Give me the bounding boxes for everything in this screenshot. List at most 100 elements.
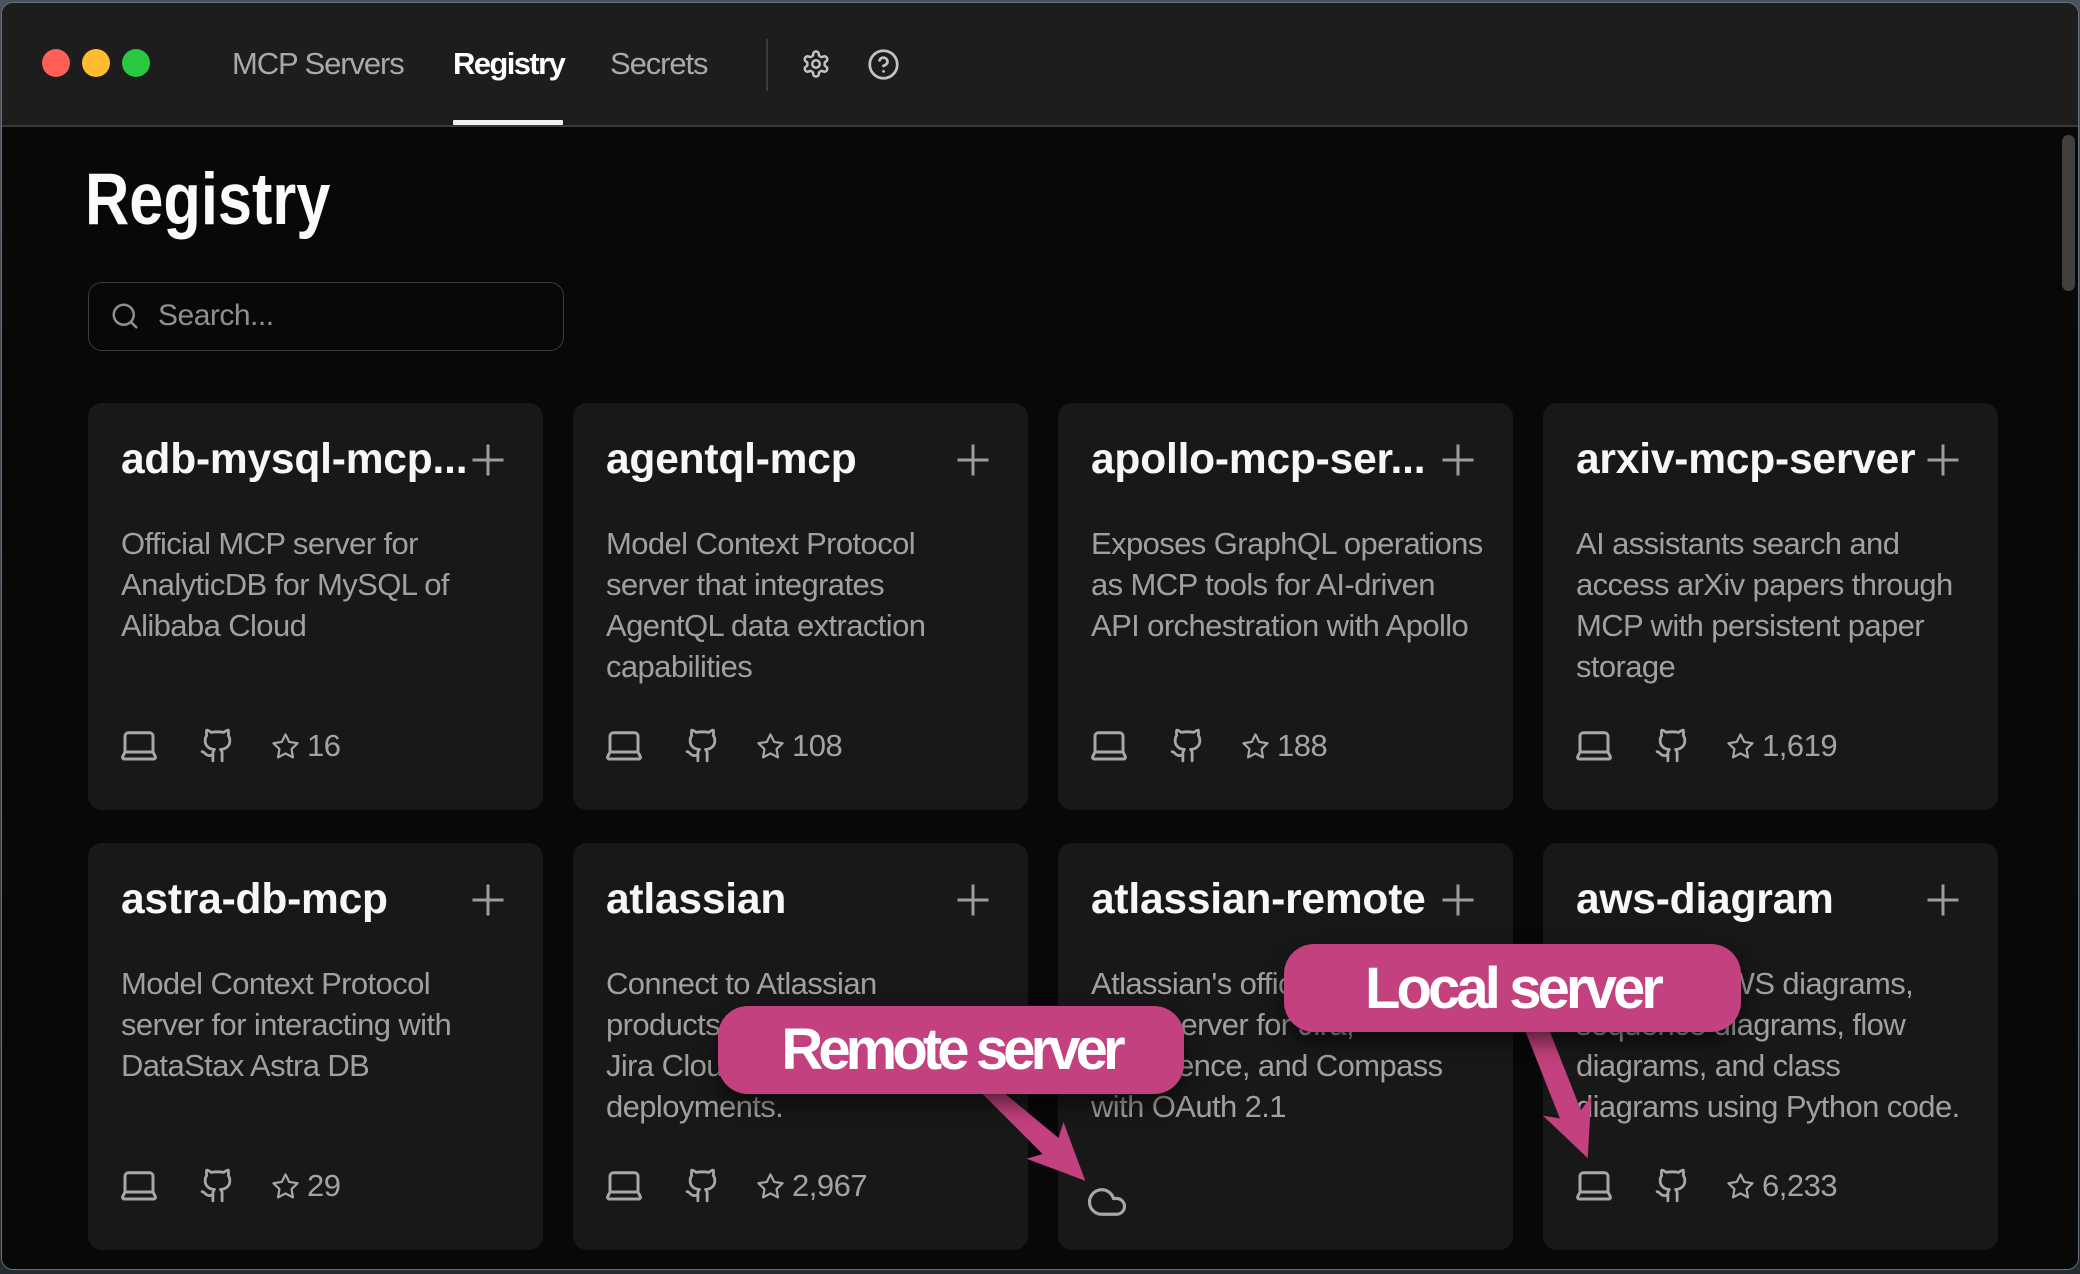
card-header: atlassian [606,878,995,922]
local-server-icon [118,1164,160,1211]
add-server-button[interactable] [957,884,989,921]
active-tab-underline [453,120,563,125]
star-count: 29 [307,1168,340,1204]
server-description: Model Context Protocol server that integ… [606,523,995,687]
star-count: 2,967 [792,1168,867,1204]
server-card-adb-mysql-mcp[interactable]: adb-mysql-mcp... Official MCP server for… [88,403,543,810]
question-mark-circle-icon [867,48,900,81]
registry-page: Registry adb-mysql-mcp... Official MCP s… [2,127,2078,1270]
star-outline-icon [756,1172,785,1201]
server-name: adb-mysql-mcp... [121,438,467,482]
add-server-button[interactable] [1927,884,1959,921]
server-card-aws-diagram[interactable]: aws-diagram Generate AWS diagrams, seque… [1543,843,1998,1250]
card-footer [1091,1169,1480,1203]
star-outline-icon [1726,732,1755,761]
github-octocat-icon [199,1167,236,1204]
add-server-button[interactable] [472,884,504,921]
github-octocat-icon [684,1167,721,1204]
app-window: MCP Servers Registry Secrets Registry [1,2,2079,1270]
laptop-icon [1088,724,1130,766]
star-count: 108 [792,728,842,764]
laptop-icon [118,1164,160,1206]
github-octocat-icon [1654,727,1691,764]
server-description: AI assistants search and access arXiv pa… [1576,523,1965,687]
local-server-icon [603,724,645,771]
star-count: 16 [307,728,340,764]
github-icon [684,727,721,769]
card-footer: 6,233 [1576,1169,1965,1203]
tab-registry[interactable]: Registry [453,3,564,125]
github-icon [199,727,236,769]
card-footer: 2,967 [606,1169,995,1203]
server-card-apollo-mcp-server[interactable]: apollo-mcp-ser... Exposes GraphQL operat… [1058,403,1513,810]
server-card-astra-db-mcp[interactable]: astra-db-mcp Model Context Protocol serv… [88,843,543,1250]
star-outline-icon [271,732,300,761]
github-icon [1654,1167,1691,1209]
card-header: atlassian-remote [1091,878,1480,922]
github-icon [684,1167,721,1209]
cloud-icon [1086,1181,1128,1223]
server-description: Exposes GraphQL operations as MCP tools … [1091,523,1480,646]
star-outline-icon [271,1172,300,1201]
add-server-button[interactable] [957,444,989,481]
star-icon [1241,732,1270,766]
star-outline-icon [756,732,785,761]
card-footer: 1,619 [1576,729,1965,763]
github-octocat-icon [1654,1167,1691,1204]
scrollbar-thumb[interactable] [2062,135,2075,291]
plus-icon [957,444,989,476]
local-server-icon [1088,724,1130,771]
zoom-button[interactable] [122,49,150,77]
star-icon [271,732,300,766]
star-icon [1726,732,1755,766]
server-name: atlassian [606,878,786,922]
star-count: 188 [1277,728,1327,764]
github-icon [1169,727,1206,769]
plus-icon [472,884,504,916]
add-server-button[interactable] [1442,884,1474,921]
server-description: Official MCP server for AnalyticDB for M… [121,523,510,646]
titlebar-divider [766,39,768,91]
star-icon [756,732,785,766]
remote-server-label: Remote server [718,1006,1184,1094]
laptop-icon [603,1164,645,1206]
card-header: adb-mysql-mcp... [121,438,510,482]
github-icon [1654,727,1691,769]
card-footer: 29 [121,1169,510,1203]
gear-icon [801,49,831,79]
laptop-icon [1573,1164,1615,1206]
card-header: aws-diagram [1576,878,1965,922]
server-name: agentql-mcp [606,438,856,482]
local-server-label: Local server [1284,944,1741,1032]
remote-server-icon [1086,1181,1128,1228]
minimize-button[interactable] [82,49,110,77]
page-title: Registry [85,158,330,241]
close-button[interactable] [42,49,70,77]
star-icon [271,1172,300,1206]
laptop-icon [1573,724,1615,766]
plus-icon [1927,884,1959,916]
add-server-button[interactable] [1442,444,1474,481]
card-header: apollo-mcp-ser... [1091,438,1480,482]
server-card-arxiv-mcp-server[interactable]: arxiv-mcp-server AI assistants search an… [1543,403,1998,810]
server-name: arxiv-mcp-server [1576,438,1915,482]
local-server-icon [118,724,160,771]
local-server-icon [1573,724,1615,771]
help-icon[interactable] [867,3,900,125]
add-server-button[interactable] [1927,444,1959,481]
laptop-icon [118,724,160,766]
server-name: aws-diagram [1576,878,1834,922]
server-card-agentql-mcp[interactable]: agentql-mcp Model Context Protocol serve… [573,403,1028,810]
add-server-button[interactable] [472,444,504,481]
star-icon [756,1172,785,1206]
card-footer: 16 [121,729,510,763]
card-header: arxiv-mcp-server [1576,438,1965,482]
star-count: 6,233 [1762,1168,1837,1204]
settings-icon[interactable] [801,3,831,125]
github-octocat-icon [684,727,721,764]
card-footer: 108 [606,729,995,763]
search-input[interactable] [158,299,538,333]
star-outline-icon [1241,732,1270,761]
tab-secrets[interactable]: Secrets [610,3,707,125]
star-count: 1,619 [1762,728,1837,764]
